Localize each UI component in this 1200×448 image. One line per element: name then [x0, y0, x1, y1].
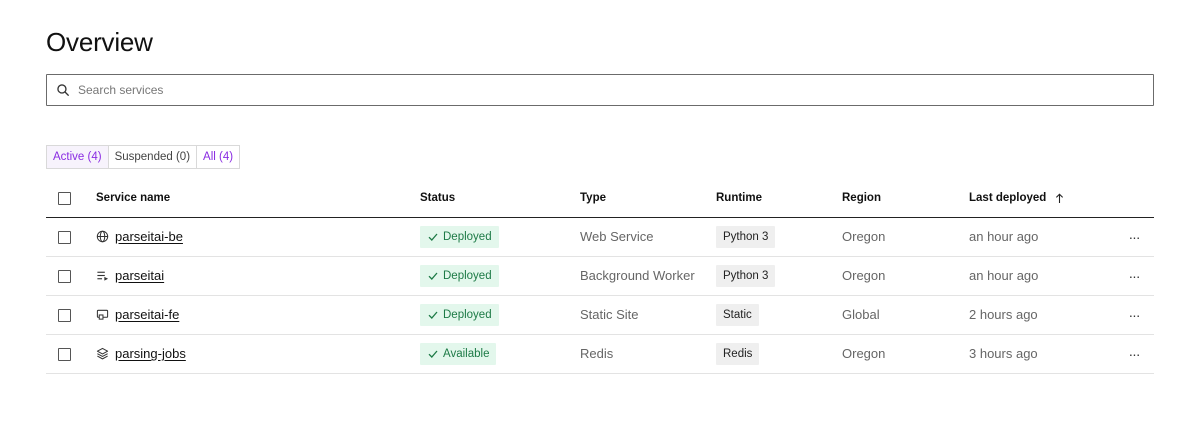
column-header-status: Status [420, 180, 580, 218]
header-select-cell [46, 180, 96, 218]
table-row: parseitai Deployed Background Worker Pyt… [46, 256, 1154, 296]
search-icon [57, 84, 69, 96]
service-link[interactable]: parseitai-fe [115, 307, 179, 322]
service-link[interactable]: parseitai-be [115, 229, 183, 244]
search-input[interactable] [78, 83, 1078, 97]
more-actions-button[interactable]: ··· [1114, 307, 1154, 323]
column-header-last-deployed[interactable]: Last deployed [969, 180, 1114, 218]
check-icon [428, 311, 438, 319]
status-cell: Available [420, 334, 580, 374]
service-name-cell: parseitai-be [96, 217, 420, 257]
status-cell: Deployed [420, 256, 580, 296]
runtime-badge: Python 3 [716, 264, 776, 287]
check-icon [428, 233, 438, 241]
row-checkbox[interactable] [58, 231, 71, 245]
type-cell: Static Site [580, 295, 716, 335]
status-cell: Deployed [420, 295, 580, 335]
type-cell: Web Service [580, 217, 716, 257]
status-label: Deployed [443, 308, 492, 321]
actions-cell: ··· [1114, 334, 1154, 374]
actions-cell: ··· [1114, 217, 1154, 257]
runtime-badge: Static [716, 303, 759, 326]
table-row: parsing-jobs Available Redis Redis Orego… [46, 334, 1154, 374]
filter-active[interactable]: Active (4) [47, 146, 109, 168]
column-header-region: Region [842, 180, 969, 218]
runtime-cell: Python 3 [716, 256, 842, 296]
check-icon [428, 272, 438, 280]
service-name-cell: parseitai-fe [96, 295, 420, 335]
table-row: parseitai-be Deployed Web Service Python… [46, 217, 1154, 257]
status-label: Deployed [443, 230, 492, 243]
last-deployed-cell: an hour ago [969, 256, 1114, 296]
column-header-last-deployed-label: Last deployed [969, 192, 1047, 205]
region-cell: Oregon [842, 334, 969, 374]
last-deployed-cell: an hour ago [969, 217, 1114, 257]
row-checkbox[interactable] [58, 270, 71, 284]
service-link[interactable]: parsing-jobs [115, 346, 186, 361]
page-title: Overview [46, 27, 153, 57]
search-box[interactable] [46, 74, 1154, 106]
service-name-cell: parsing-jobs [96, 334, 420, 374]
type-cell: Redis [580, 334, 716, 374]
layers-icon [96, 347, 109, 360]
runtime-cell: Static [716, 295, 842, 335]
more-actions-button[interactable]: ··· [1114, 229, 1154, 245]
service-name-cell: parseitai [96, 256, 420, 296]
row-select-cell [46, 256, 96, 296]
table-header-row: Service name Status Type Runtime Region … [46, 180, 1154, 218]
runtime-badge: Redis [716, 342, 760, 365]
status-cell: Deployed [420, 217, 580, 257]
column-header-runtime: Runtime [716, 180, 842, 218]
region-cell: Oregon [842, 217, 969, 257]
status-label: Available [443, 347, 490, 360]
last-deployed-cell: 3 hours ago [969, 334, 1114, 374]
actions-cell: ··· [1114, 256, 1154, 296]
last-deployed-cell: 2 hours ago [969, 295, 1114, 335]
more-actions-button[interactable]: ··· [1114, 346, 1154, 362]
status-badge: Deployed [420, 225, 499, 248]
runtime-cell: Python 3 [716, 217, 842, 257]
runtime-badge: Python 3 [716, 225, 776, 248]
sort-ascending-icon[interactable] [1055, 193, 1064, 204]
filter-all[interactable]: All (4) [197, 146, 239, 168]
column-header-service-name: Service name [96, 180, 420, 218]
filter-suspended[interactable]: Suspended (0) [109, 146, 198, 168]
region-cell: Oregon [842, 256, 969, 296]
row-checkbox[interactable] [58, 348, 71, 362]
row-select-cell [46, 217, 96, 257]
row-select-cell [46, 295, 96, 335]
type-cell: Background Worker [580, 256, 716, 296]
select-all-checkbox[interactable] [58, 191, 71, 205]
status-badge: Available [420, 342, 497, 365]
row-select-cell [46, 334, 96, 374]
status-badge: Deployed [420, 303, 499, 326]
column-header-type: Type [580, 180, 716, 218]
table-row: parseitai-fe Deployed Static Site Static… [46, 295, 1154, 335]
services-table: Service name Status Type Runtime Region … [46, 180, 1154, 374]
status-badge: Deployed [420, 264, 499, 287]
more-actions-button[interactable]: ··· [1114, 268, 1154, 284]
status-filter-tabs: Active (4) Suspended (0) All (4) [46, 145, 241, 169]
actions-cell: ··· [1114, 295, 1154, 335]
worker-icon [97, 271, 109, 281]
row-checkbox[interactable] [58, 309, 71, 323]
overview-page: Overview Active (4) Suspended (0) All (4… [0, 0, 1200, 448]
region-cell: Global [842, 295, 969, 335]
header-actions-cell [1114, 180, 1154, 218]
check-icon [428, 350, 438, 358]
static-site-icon [96, 309, 109, 320]
status-label: Deployed [443, 269, 492, 282]
runtime-cell: Redis [716, 334, 842, 374]
globe-icon [96, 230, 109, 243]
service-link[interactable]: parseitai [115, 268, 164, 283]
